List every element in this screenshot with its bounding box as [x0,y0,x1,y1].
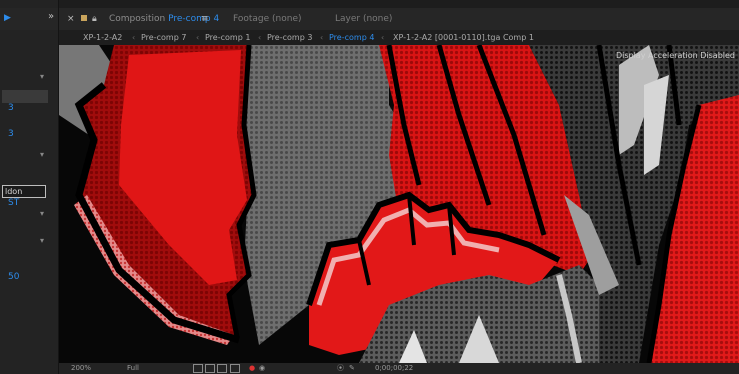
panel-overflow-icon[interactable]: » [48,11,54,22]
chevron-left-icon: ‹ [381,33,385,42]
magnification-dropdown[interactable]: 200% [71,363,91,374]
camera-icon[interactable]: ⦿ [337,363,344,374]
nav-tab-xp-1-2-a2[interactable]: XP-1-2-A2 [83,30,122,45]
label-color-swatch [81,15,87,21]
layer-tab[interactable]: Layer (none) [335,8,392,30]
dropdown-arrow-icon[interactable]: ▾ [40,209,44,218]
comic-artwork-frame [59,45,739,363]
lock-icon[interactable]: 🔒︎ [92,8,97,30]
composition-viewer[interactable]: Display Acceleration Disabled [59,45,739,363]
transparency-grid-icon[interactable] [205,363,216,373]
nav-tab-pre-comp-7[interactable]: Pre-comp 7 [141,30,186,45]
expand-arrow-icon[interactable]: ▶ [4,13,11,23]
composition-navigator: XP-1-2-A2 ‹ Pre-comp 7 ‹ Pre-comp 1 ‹ Pr… [59,30,739,45]
nav-tab-pre-comp-1[interactable]: Pre-comp 1 [205,30,250,45]
chevron-left-icon: ‹ [320,33,324,42]
mask-visibility-icon[interactable] [217,363,228,373]
nav-tab-pre-comp-3[interactable]: Pre-comp 3 [267,30,312,45]
footage-tab[interactable]: Footage (none) [233,8,302,30]
chevron-left-icon: ‹ [132,33,136,42]
panel-header: ▶ » [0,8,58,30]
nav-tab-pre-comp-4[interactable]: Pre-comp 4 [329,30,374,45]
close-icon[interactable]: × [67,8,75,30]
composition-label: Composition [109,14,166,24]
effects-panel: ▶ » 3 3 ▾ ▾ ldon ST ▾ ▾ 50 [0,0,59,374]
color-channel-icon[interactable]: ● [249,363,255,374]
dropdown-arrow-icon[interactable]: ▾ [40,72,44,81]
panel-menu-icon[interactable]: ≡ [201,8,209,30]
resolution-dropdown[interactable]: Full [127,363,139,374]
property-value[interactable]: ST [8,196,19,210]
viewer-status-note: Display Acceleration Disabled [615,51,735,60]
property-value[interactable]: 50 [8,270,19,284]
snapshot-icon[interactable]: ◉ [259,363,265,374]
composition-panel-header: × 🔒︎ Composition Pre-comp 4 ≡ Footage (n… [59,8,739,30]
region-of-interest-icon[interactable] [193,363,203,373]
composition-name: Pre-comp 4 [168,14,220,24]
toolbar-toggles[interactable] [193,363,240,374]
chevron-left-icon: ‹ [258,33,262,42]
property-value[interactable]: 3 [8,127,14,141]
show-snapshot-icon[interactable]: ✎ [349,363,355,374]
current-time-display[interactable]: 0;00;00;22 [375,363,413,374]
nav-tab-tga-comp-1[interactable]: XP-1-2-A2 [0001-0110].tga Comp 1 [393,30,534,45]
chevron-left-icon: ‹ [196,33,200,42]
viewer-toolbar: 200% Full ● ◉ ⦿ ✎ 0;00;00;22 [59,363,739,374]
property-value[interactable]: 3 [8,101,14,115]
dropdown-arrow-icon[interactable]: ▾ [40,150,44,159]
dropdown-arrow-icon[interactable]: ▾ [40,236,44,245]
grid-icon[interactable] [229,363,240,373]
